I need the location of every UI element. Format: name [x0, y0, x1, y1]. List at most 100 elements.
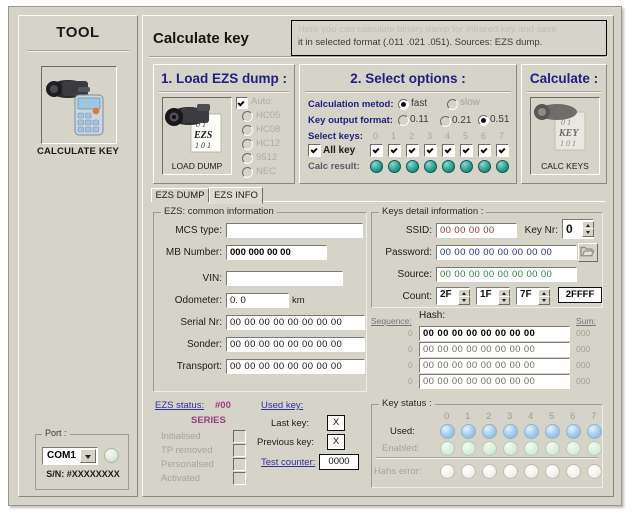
- count-stepper-0[interactable]: 2F: [436, 287, 470, 305]
- mcu-option-9512[interactable]: 9512: [236, 152, 292, 165]
- status-checkbox-initialised[interactable]: [233, 430, 246, 443]
- hash-row-value[interactable]: 00 00 00 00 00 00 00 00: [419, 342, 570, 357]
- hash-error-led-6: [566, 464, 581, 479]
- calc-keys-button-label: CALC KEYS: [541, 161, 589, 171]
- app-root: TOOL CALCULATE KEY Port: COM1 S/N: #XXX…: [0, 0, 635, 519]
- main-divider: [149, 56, 605, 58]
- radio-format-021[interactable]: [440, 116, 451, 127]
- mb-number-input[interactable]: 000 000 00 00: [226, 245, 327, 260]
- count-stepper-2-buttons[interactable]: [538, 289, 550, 305]
- step3-panel: Calculate : 0 1 KEY 1 0 1 CALC KEYS: [521, 64, 607, 184]
- key-nr-stepper[interactable]: 0: [562, 219, 594, 239]
- status-checkbox-activated[interactable]: [233, 472, 246, 485]
- hash-row-sum: 000: [576, 344, 591, 354]
- radio-9512[interactable]: [242, 153, 253, 164]
- radio-format-011[interactable]: [398, 115, 409, 126]
- used-led-1: [461, 424, 476, 439]
- auto-checkbox[interactable]: [236, 97, 248, 109]
- calc-keys-button[interactable]: 0 1 KEY 1 0 1 CALC KEYS: [530, 97, 600, 175]
- load-dump-button[interactable]: 0 1 EZS 1 0 1 LOAD DUMP: [162, 97, 232, 175]
- ssid-label: SSID:: [405, 225, 432, 236]
- vin-input[interactable]: [226, 271, 343, 286]
- hash-error-led-3: [503, 464, 518, 479]
- radio-format-051[interactable]: [478, 115, 489, 126]
- mcu-option-label: HC12: [256, 138, 281, 149]
- count-stepper-0-value: 2F: [440, 289, 452, 300]
- step2-title: 2. Select options :: [350, 71, 466, 86]
- key-checkbox-2[interactable]: [406, 144, 419, 157]
- hash-row-value[interactable]: 00 00 00 00 00 00 00 00: [419, 374, 570, 389]
- key-checkbox-5[interactable]: [460, 144, 473, 157]
- sonder-input[interactable]: 00 00 00 00 00 00 00 00: [226, 337, 365, 352]
- tab-label: EZS DUMP: [155, 190, 205, 201]
- count-stepper-1-buttons[interactable]: [498, 289, 510, 305]
- hint-box: Here you can calculate binary damp for i…: [291, 20, 607, 56]
- calc-method-label: Calculation metod:: [308, 99, 394, 110]
- odometer-input[interactable]: 0. 0: [226, 293, 289, 308]
- load-dump-button-label: LOAD DUMP: [171, 161, 223, 171]
- auto-checkbox-row[interactable]: Auto:: [236, 96, 292, 109]
- hash-error-led-0: [440, 464, 455, 479]
- stepper-down-icon[interactable]: [582, 228, 594, 237]
- key-status-index-3: 3: [507, 411, 513, 422]
- stepper-down-icon[interactable]: [538, 296, 550, 305]
- sidebar-title: TOOL: [56, 24, 100, 41]
- radio-hc05[interactable]: [242, 111, 253, 122]
- hash-row-value[interactable]: 00 00 00 00 00 00 00 00: [419, 358, 570, 373]
- key-checkbox-6[interactable]: [478, 144, 491, 157]
- auto-label: Auto:: [251, 96, 274, 107]
- svg-text:EZS: EZS: [193, 130, 213, 141]
- key-checkbox-3[interactable]: [424, 144, 437, 157]
- key-nr-value: 0: [566, 222, 573, 236]
- password-input[interactable]: 00 00 00 00 00 00 00 00: [436, 245, 577, 260]
- chevron-down-icon[interactable]: [80, 449, 96, 463]
- sequence-label[interactable]: Sequence:: [371, 316, 412, 326]
- ezs-status-link[interactable]: EZS status:: [155, 400, 204, 411]
- hash-row-sequence: 0: [408, 360, 413, 370]
- radio-method-slow[interactable]: [447, 99, 458, 110]
- mcu-option-label: 9512: [256, 152, 278, 163]
- stepper-down-icon[interactable]: [458, 296, 470, 305]
- key-checkbox-1[interactable]: [388, 144, 401, 157]
- used-key-link[interactable]: Used key:: [261, 400, 303, 411]
- step1-title: 1. Load EZS dump :: [160, 71, 287, 86]
- sidebar-item-calculate-key[interactable]: [41, 66, 117, 144]
- port-select[interactable]: COM1: [42, 447, 98, 465]
- key-index-6: 6: [481, 131, 487, 141]
- test-counter-link[interactable]: Test counter:: [261, 457, 315, 468]
- all-key-checkbox[interactable]: [308, 144, 321, 157]
- sum-label[interactable]: Sum:: [576, 316, 596, 326]
- port-legend: Port :: [42, 428, 70, 438]
- ssid-input[interactable]: 00 00 00 00: [436, 223, 517, 238]
- source-input[interactable]: 00 00 00 00 00 00 00 00: [436, 267, 577, 282]
- radio-hc08[interactable]: [242, 125, 253, 136]
- tab-ezs-info[interactable]: EZS INFO: [209, 187, 263, 204]
- mcs-type-label: MCS type:: [175, 225, 222, 236]
- stepper-down-icon[interactable]: [498, 296, 510, 305]
- mcs-type-input[interactable]: [226, 223, 363, 238]
- transport-input[interactable]: 00 00 00 00 00 00 00 00: [226, 359, 365, 374]
- key-checkbox-4[interactable]: [442, 144, 455, 157]
- radio-method-fast[interactable]: [398, 99, 409, 110]
- key-checkbox-0[interactable]: [370, 144, 383, 157]
- count-stepper-2[interactable]: 7F: [516, 287, 550, 305]
- radio-nec[interactable]: [242, 167, 253, 178]
- all-key-label: All key: [323, 145, 356, 156]
- count-stepper-1[interactable]: 1F: [476, 287, 510, 305]
- mcu-option-hc05[interactable]: HC05: [236, 110, 292, 123]
- hash-row-value[interactable]: 00 00 00 00 00 00 00 00: [419, 326, 570, 341]
- mcu-option-nec[interactable]: NEC: [236, 166, 292, 179]
- key-index-7: 7: [499, 131, 505, 141]
- count-stepper-0-buttons[interactable]: [458, 289, 470, 305]
- mcu-option-hc12[interactable]: HC12: [236, 138, 292, 151]
- status-checkbox-personalsed[interactable]: [233, 458, 246, 471]
- status-checkbox-tp-removed[interactable]: [233, 444, 246, 457]
- serial-nr-input[interactable]: 00 00 00 00 00 00 00 00: [226, 315, 365, 330]
- hash-error-led-2: [482, 464, 497, 479]
- mcu-option-hc08[interactable]: HC08: [236, 124, 292, 137]
- key-checkbox-7[interactable]: [496, 144, 509, 157]
- open-file-button[interactable]: [578, 243, 598, 262]
- key-index-0: 0: [373, 131, 379, 141]
- key-nr-stepper-buttons[interactable]: [582, 221, 594, 237]
- radio-hc12[interactable]: [242, 139, 253, 150]
